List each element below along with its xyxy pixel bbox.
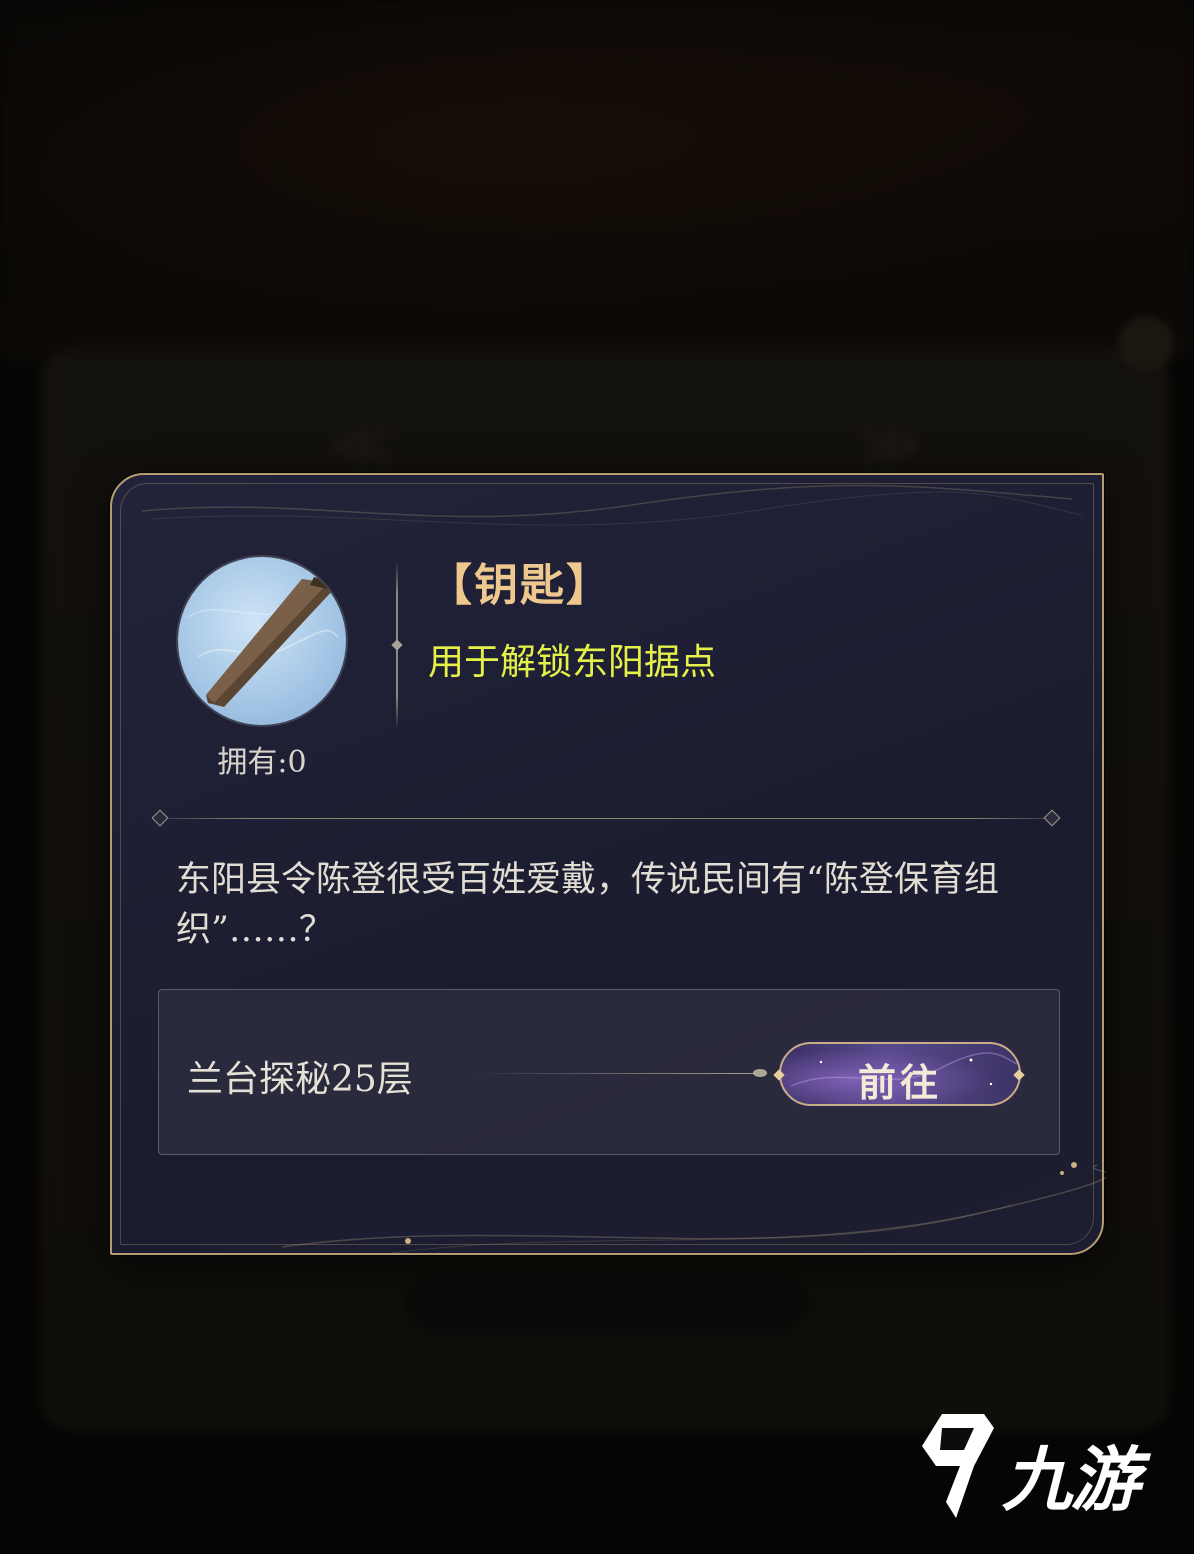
divider-cap-left-icon	[151, 809, 169, 827]
source-connector-line	[471, 1073, 759, 1074]
key-rod-icon	[178, 557, 346, 725]
9you-watermark: 九游	[912, 1406, 1172, 1526]
horizontal-divider	[158, 818, 1060, 819]
item-detail-dialog: 拥有:0 【钥匙】 用于解锁东阳据点 东阳县令陈登很受百姓爱戴，传说民间有“陈登…	[110, 473, 1106, 1255]
source-row: 兰台探秘25层 前往	[158, 989, 1060, 1155]
divider-diamond-icon	[391, 639, 403, 651]
go-button[interactable]: 前往	[773, 1042, 1025, 1106]
divider-cap-right-icon	[1043, 809, 1061, 827]
watermark-text: 九游	[1002, 1439, 1140, 1521]
go-button-label: 前往	[857, 1060, 942, 1105]
owned-count: 拥有:0	[217, 745, 307, 780]
item-usage: 用于解锁东阳据点	[428, 642, 717, 683]
9you-logo-icon	[922, 1414, 994, 1518]
source-connector-dot	[753, 1069, 767, 1077]
source-label: 兰台探秘25层	[187, 1059, 413, 1100]
item-description: 东阳县令陈登很受百姓爱戴，传说民间有“陈登保育组织”……？	[176, 860, 999, 950]
item-name: 【钥匙】	[428, 560, 612, 611]
